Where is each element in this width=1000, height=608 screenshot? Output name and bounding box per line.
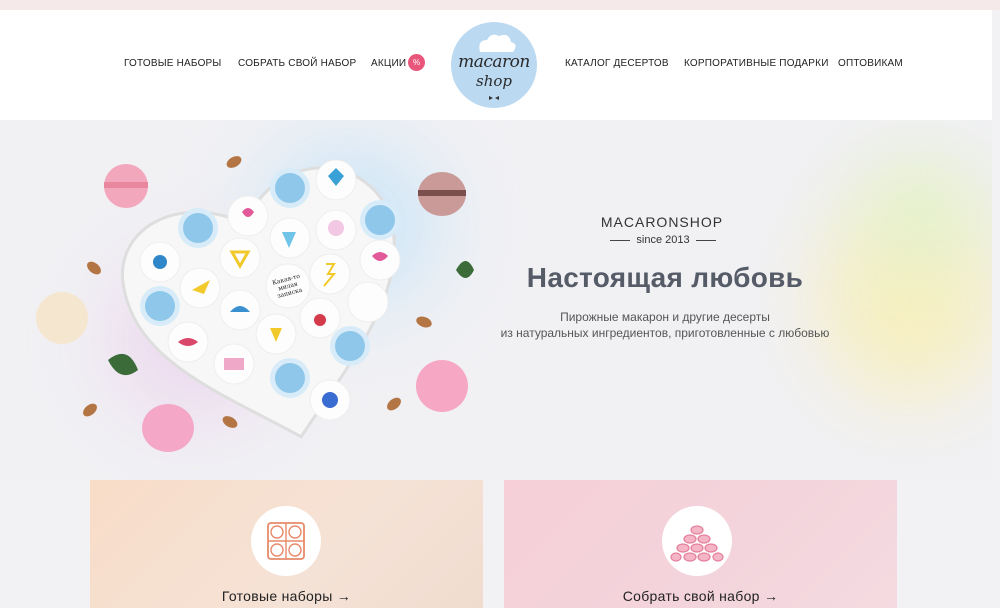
arrow-right-icon: → bbox=[763, 588, 779, 604]
logo-text-macaron: macaron bbox=[458, 52, 530, 72]
since-line: since 2013 bbox=[605, 234, 721, 246]
macaron-box-icon bbox=[267, 522, 305, 560]
logo-text-shop: shop bbox=[476, 72, 512, 90]
nav-promotions[interactable]: АКЦИИ bbox=[371, 58, 406, 69]
divider-left bbox=[610, 239, 631, 241]
nav-dessert-catalog[interactable]: КАТАЛОГ ДЕСЕРТОВ bbox=[565, 58, 669, 69]
macaron-stack-icon bbox=[670, 525, 724, 562]
arrow-right-icon: → bbox=[336, 588, 352, 604]
nav-wholesale[interactable]: ОПТОВИКАМ bbox=[838, 58, 903, 69]
hero-subtitle-line2: из натуральных ингредиентов, приготовлен… bbox=[500, 326, 830, 340]
divider-right bbox=[695, 239, 716, 241]
top-strip bbox=[0, 0, 1000, 10]
card-build-set-text: Собрать свой набор bbox=[622, 588, 760, 604]
hero-subtitle: Пирожные макарон и другие десерты из нат… bbox=[480, 309, 850, 341]
sale-badge[interactable]: % bbox=[408, 54, 425, 71]
card-build-set-label[interactable]: Собрать свой набор → bbox=[504, 588, 897, 604]
hero-subtitle-line1: Пирожные макарон и другие десерты bbox=[560, 310, 770, 324]
macaron-heart-box-image bbox=[36, 156, 474, 452]
card-ready-sets-label[interactable]: Готовые наборы → bbox=[90, 588, 483, 604]
decor-glow-green bbox=[860, 160, 980, 270]
card-build-set-icon-circle bbox=[662, 506, 732, 576]
card-ready-sets-icon-circle bbox=[251, 506, 321, 576]
card-ready-sets-text: Готовые наборы bbox=[221, 588, 333, 604]
nav-build-set[interactable]: СОБРАТЬ СВОЙ НАБОР bbox=[238, 58, 356, 69]
nav-ready-sets[interactable]: ГОТОВЫЕ НАБОРЫ bbox=[124, 58, 221, 69]
hero-headline: Настоящая любовь bbox=[526, 262, 804, 293]
card-ready-sets[interactable]: Готовые наборы → bbox=[90, 480, 483, 608]
brand-title: MACARONSHOP bbox=[600, 214, 724, 230]
since-text: since 2013 bbox=[636, 234, 690, 246]
nav-corporate-gifts[interactable]: КОРПОРАТИВНЫЕ ПОДАРКИ bbox=[684, 58, 829, 69]
site-logo[interactable]: macaron shop bbox=[451, 22, 537, 108]
hero-banner: Какая-то милая записка bbox=[0, 120, 992, 480]
card-build-set[interactable]: Собрать свой набор → bbox=[504, 480, 897, 608]
site-header: ГОТОВЫЕ НАБОРЫ СОБРАТЬ СВОЙ НАБОР АКЦИИ … bbox=[0, 10, 992, 120]
